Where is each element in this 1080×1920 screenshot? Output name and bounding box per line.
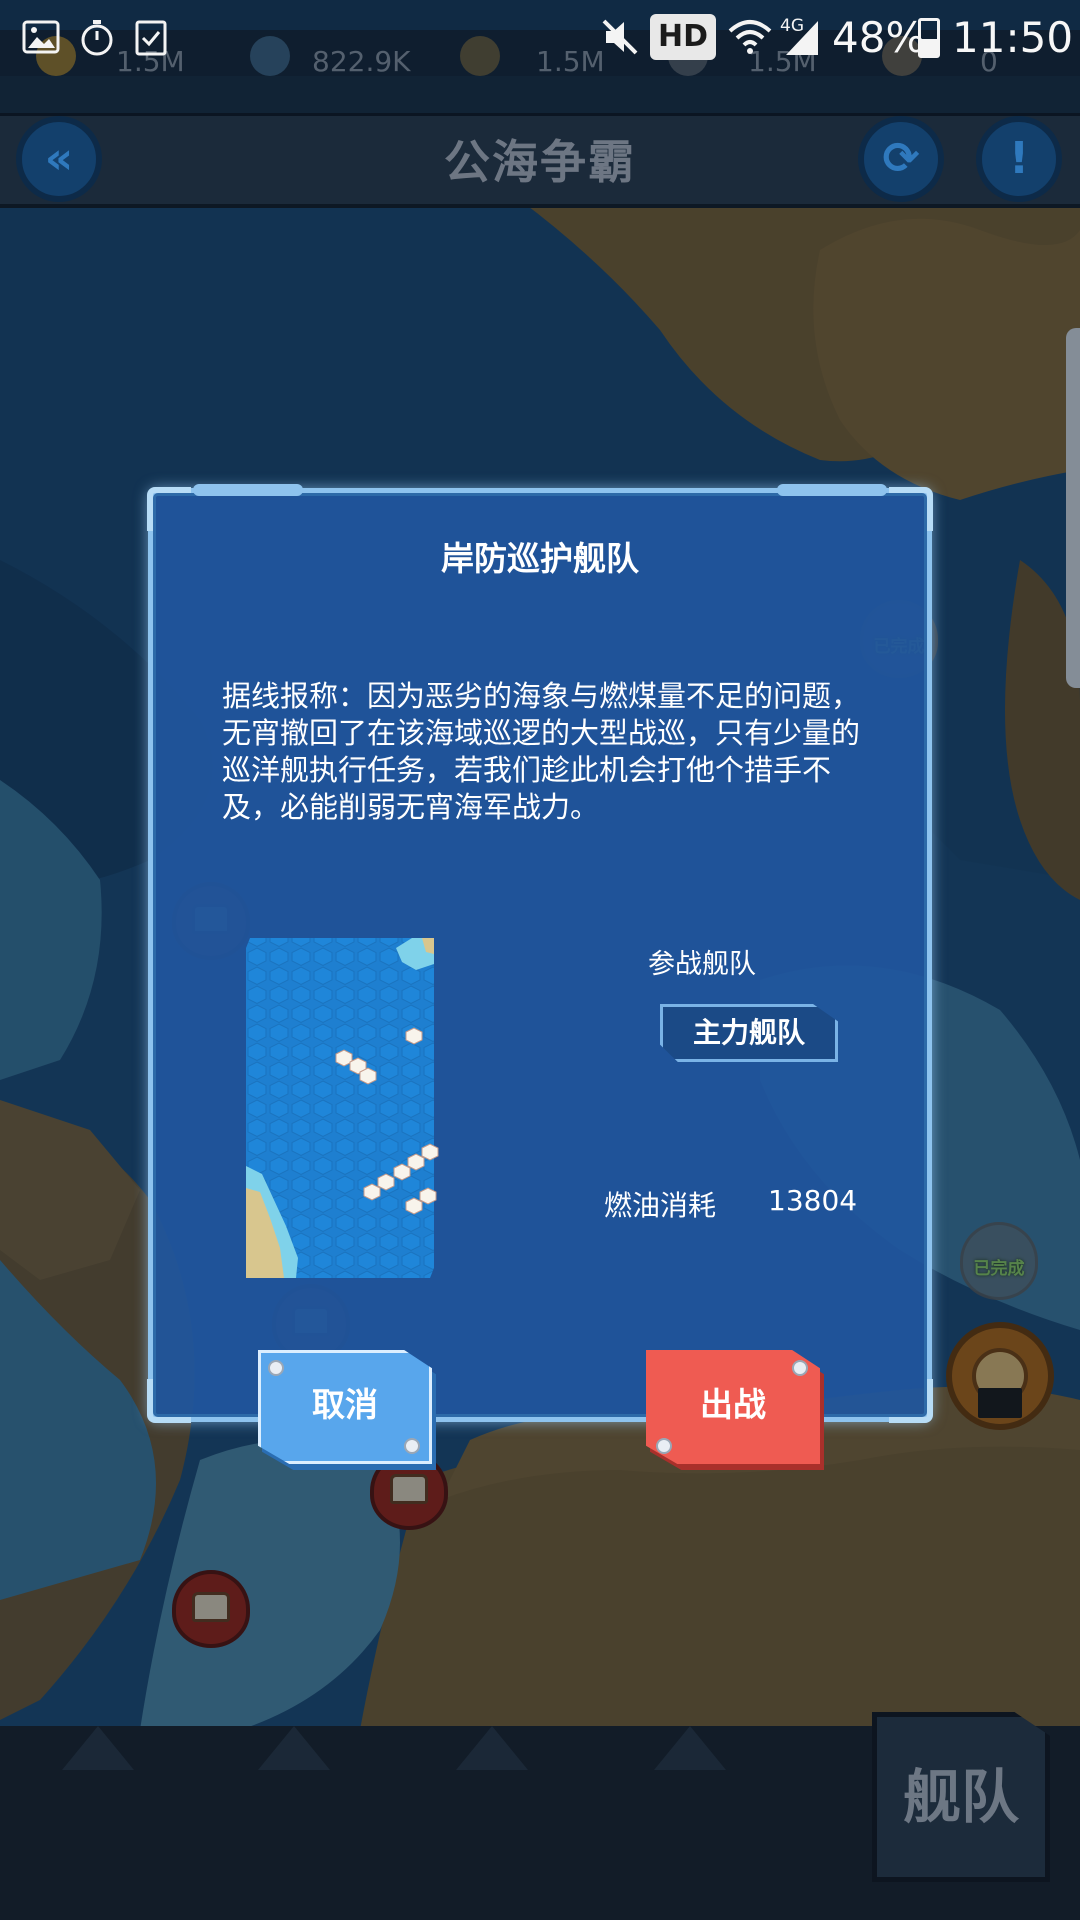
bottom-tab-notch <box>258 1726 330 1770</box>
fuel-cost-label: 燃油消耗 <box>604 1189 717 1222</box>
wifi-icon <box>728 20 772 54</box>
fuel-cost-value: 13804 <box>768 1184 858 1217</box>
bottom-tab-notch <box>456 1726 528 1770</box>
refresh-button[interactable]: ⟳ <box>858 116 944 202</box>
stopwatch-icon <box>81 20 113 56</box>
fleet-selector[interactable]: 主力舰队 <box>660 1004 838 1062</box>
sortie-button[interactable]: 出战 <box>646 1350 824 1470</box>
bottom-tab-notch <box>654 1726 726 1770</box>
header-bar: « 公海争霸 ⟳ ! <box>0 116 1080 208</box>
bottom-tab-notch <box>62 1726 134 1770</box>
mute-icon <box>602 19 638 55</box>
task-clipboard-icon <box>135 20 167 56</box>
system-status-bar: HD 4G 48% 11:50 <box>0 0 1080 76</box>
dialog-title: 岸防巡护舰队 <box>441 539 639 578</box>
fleet-button[interactable]: 舰队 <box>872 1712 1050 1882</box>
cancel-button[interactable]: 取消 <box>258 1350 436 1470</box>
battle-dialog: 岸防巡护舰队 据线报称：因为恶劣的海象与燃煤量不足的问题，无宵撤回了在该海域巡逻… <box>147 484 933 1470</box>
refresh-icon: ⟳ <box>882 133 920 184</box>
panel-corner-frame <box>889 1379 933 1423</box>
panel-corner-frame <box>889 487 933 531</box>
clock: 11:50 <box>952 13 1074 62</box>
signal-icon <box>786 21 818 55</box>
exclamation-icon: ! <box>1008 133 1030 184</box>
battery-icon <box>918 18 940 58</box>
panel-corner-frame <box>147 1379 191 1423</box>
mission-description: 据线报称：因为恶劣的海象与燃煤量不足的问题，无宵撤回了在该海域巡逻的大型战巡，只… <box>222 679 861 824</box>
panel-top-tab <box>193 484 303 496</box>
cancel-button-label: 取消 <box>312 1385 378 1424</box>
battery-percent: 48% <box>832 13 926 62</box>
gallery-icon <box>22 20 60 54</box>
panel-corner-frame <box>147 487 191 531</box>
panel-top-tab <box>777 484 887 496</box>
fleet-label: 参战舰队 <box>648 949 756 980</box>
fleet-button-label: 舰队 <box>902 1763 1019 1831</box>
hd-badge: HD <box>650 14 716 60</box>
info-button[interactable]: ! <box>976 116 1062 202</box>
battle-map-preview <box>246 938 439 1278</box>
sortie-button-label: 出战 <box>700 1385 766 1424</box>
fleet-selector-value: 主力舰队 <box>692 1016 805 1049</box>
